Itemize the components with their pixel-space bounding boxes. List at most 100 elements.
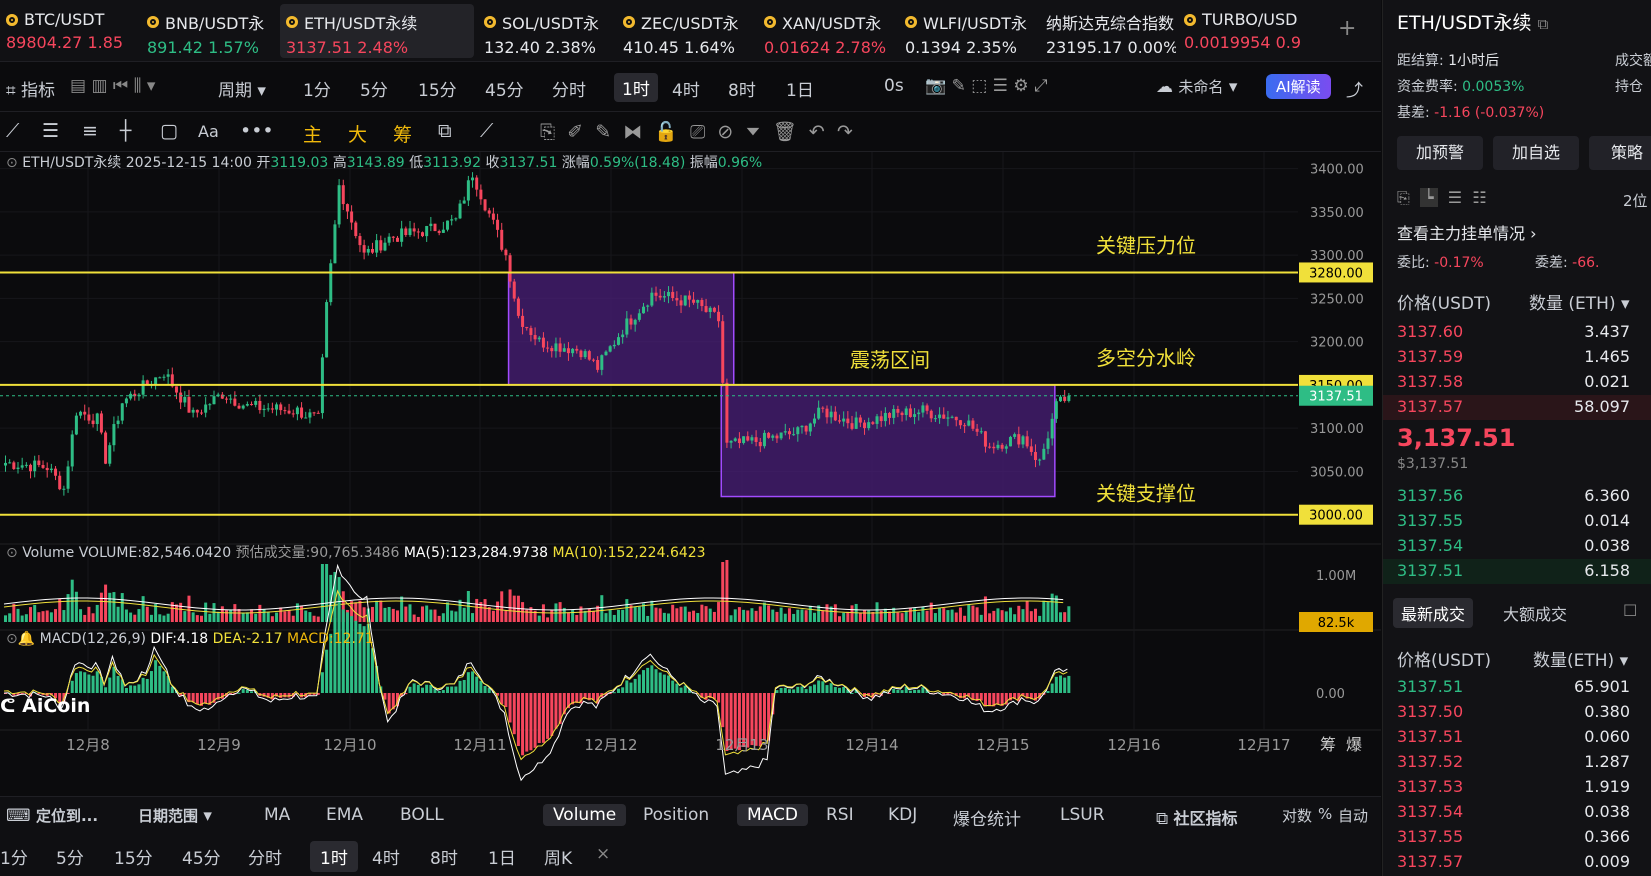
sub-ind-3[interactable]: RSI: [826, 805, 854, 825]
b2-interval-0[interactable]: 1分: [0, 844, 28, 869]
trades-row[interactable]: 3137.55 0.366: [1383, 825, 1651, 850]
candle-body: [195, 409, 199, 413]
asks-row[interactable]: 3137.58 0.021: [1383, 370, 1651, 395]
b2-interval-6[interactable]: 4时: [372, 844, 400, 869]
candle-body: [1008, 436, 1012, 447]
interval-5[interactable]: 1时: [614, 73, 658, 102]
ticker-4[interactable]: ZEC/USDT永 410.45 1.64%: [617, 4, 753, 58]
chip-toggle[interactable]: 筹: [393, 120, 412, 147]
interval-3[interactable]: 45分: [485, 76, 524, 101]
unnamed-layout[interactable]: ☁ 未命名 ▾: [1156, 76, 1237, 97]
add-ticker-icon[interactable]: +: [1338, 16, 1356, 41]
ai-analysis-button[interactable]: AI解读: [1266, 74, 1331, 99]
main-ind-1[interactable]: EMA: [326, 805, 363, 825]
sub-ind-2[interactable]: MACD: [737, 804, 808, 826]
period-dropdown[interactable]: 周期 ▾: [218, 76, 266, 101]
sub-ind-4[interactable]: KDJ: [888, 805, 917, 825]
ticker-8[interactable]: TURBO/USD 0.0019954 0.9: [1178, 4, 1314, 58]
strategy-button[interactable]: 策略: [1589, 136, 1651, 170]
chart-opt-2[interactable]: 自动: [1338, 805, 1368, 826]
auto-draw-icon[interactable]: ⧉: [438, 120, 452, 142]
candle-body: [270, 408, 274, 410]
measure-icon[interactable]: ⟋: [480, 120, 493, 142]
draw-icons[interactable]: ⎘ ✐ ✎ ⧓ 🔓 ⎚ ⊘ ⏷ 🗑 ↶ ↷: [540, 120, 853, 143]
b2-interval-7[interactable]: 8时: [430, 844, 458, 869]
ticker-2[interactable]: ETH/USDT永续 3137.51 2.48%: [280, 4, 474, 58]
b2-interval-3[interactable]: 45分: [182, 844, 221, 869]
tool-icons[interactable]: 📷 ✎ ⬚ ☰ ⚙ ⤢: [925, 76, 1048, 96]
locate-button[interactable]: ⌨ 定位到...: [6, 805, 98, 826]
sub-ind-6[interactable]: LSUR: [1060, 805, 1105, 825]
hline-tool-icon[interactable]: ☰: [42, 120, 59, 142]
indicator-button[interactable]: ⌗ 指标: [6, 76, 55, 101]
trades-row[interactable]: 3137.53 1.919: [1383, 775, 1651, 800]
alert-button[interactable]: 加预警: [1397, 136, 1483, 170]
close-interval-bar[interactable]: ×: [596, 844, 610, 864]
main-orders-link[interactable]: 查看主力挂单情况 ›: [1397, 220, 1537, 244]
bids-row[interactable]: 3137.51 6.158: [1383, 559, 1651, 584]
b2-interval-9[interactable]: 周K: [544, 844, 572, 869]
interval-6[interactable]: 4时: [672, 76, 700, 101]
rect-tool-icon[interactable]: ▢: [160, 120, 178, 142]
trades-row[interactable]: 3137.57 0.009: [1383, 850, 1651, 875]
interval-7[interactable]: 8时: [728, 76, 756, 101]
sub-ind-1[interactable]: Position: [643, 805, 709, 825]
interval-8[interactable]: 1日: [786, 76, 814, 101]
trades-row[interactable]: 3137.54 0.038: [1383, 800, 1651, 825]
share-icon[interactable]: ⤴: [1346, 76, 1363, 101]
volume-bar: [437, 615, 441, 622]
depth-view-icons[interactable]: ⎘ ┕ ☰ ☷: [1397, 188, 1487, 208]
volume-bar: [320, 564, 324, 622]
trades-row[interactable]: 3137.51 0.060: [1383, 725, 1651, 750]
bids-row[interactable]: 3137.55 0.014: [1383, 509, 1651, 534]
more-tools-icon[interactable]: •••: [240, 120, 274, 142]
text-tool-icon[interactable]: Aa: [198, 122, 219, 141]
bids-row[interactable]: 3137.56 6.360: [1383, 484, 1651, 509]
ticker-7[interactable]: 纳斯达克综合指数 23195.17 0.00%: [1040, 4, 1176, 58]
ticker-3[interactable]: SOL/USDT永 132.40 2.38%: [478, 4, 614, 58]
channel-tool-icon[interactable]: ≡: [82, 120, 98, 142]
cross-tool-icon[interactable]: ┼: [120, 120, 131, 142]
trades-row[interactable]: 3137.50 0.380: [1383, 700, 1651, 725]
volume-bar: [124, 609, 128, 622]
interval-0[interactable]: 1分: [303, 76, 331, 101]
date-range-button[interactable]: 日期范围 ▾: [138, 805, 212, 826]
asks-row[interactable]: 3137.57 58.097: [1383, 395, 1651, 420]
watchlist-button[interactable]: 加自选: [1493, 136, 1579, 170]
ticker-5[interactable]: XAN/USDT永 0.01624 2.78%: [758, 4, 894, 58]
chart-area[interactable]: 3280.00关键压力位3150.00多空分水岭3000.00关键支撑位3137…: [0, 152, 1381, 792]
candlestick-chart[interactable]: 3280.00关键压力位3150.00多空分水岭3000.00关键支撑位3137…: [0, 152, 1381, 792]
community-indicator-button[interactable]: ⧉ 社区指标: [1156, 805, 1238, 829]
b2-interval-8[interactable]: 1日: [488, 844, 516, 869]
trades-row[interactable]: 3137.52 1.287: [1383, 750, 1651, 775]
interval-4[interactable]: 分时: [552, 76, 586, 101]
chart-opt-0[interactable]: 对数: [1282, 805, 1312, 826]
main-ind-0[interactable]: MA: [264, 805, 290, 825]
layout-icons[interactable]: ▤ ▥ ⏮ ⫼ ▾: [70, 76, 155, 96]
sub-ind-0[interactable]: Volume: [543, 804, 627, 826]
tab-latest-trades[interactable]: 最新成交: [1393, 598, 1474, 628]
sub-ind-5[interactable]: 爆仓统计: [953, 805, 1021, 830]
b2-interval-2[interactable]: 15分: [114, 844, 153, 869]
tab-big-trades[interactable]: 大额成交: [1503, 601, 1567, 625]
main-ind-2[interactable]: BOLL: [400, 805, 444, 825]
b2-interval-1[interactable]: 5分: [56, 844, 84, 869]
asks-row[interactable]: 3137.60 3.437: [1383, 320, 1651, 345]
asks-row[interactable]: 3137.59 1.465: [1383, 345, 1651, 370]
ticker-6[interactable]: WLFI/USDT永 0.1394 2.35%: [899, 4, 1035, 58]
candle-body: [275, 404, 279, 410]
b2-interval-5[interactable]: 1时: [310, 841, 358, 872]
interval-1[interactable]: 5分: [360, 76, 388, 101]
b2-interval-4[interactable]: 分时: [248, 844, 282, 869]
bids-row[interactable]: 3137.54 0.038: [1383, 534, 1651, 559]
big-toggle[interactable]: 大: [348, 120, 367, 147]
ticker-1[interactable]: BNB/USDT永 891.42 1.57%: [141, 4, 277, 58]
trades-row[interactable]: 3137.51 65.901: [1383, 675, 1651, 700]
line-tool-icon[interactable]: ⟋: [6, 120, 19, 142]
interval-2[interactable]: 15分: [418, 76, 457, 101]
main-toggle[interactable]: 主: [303, 120, 322, 147]
volume-bar: [120, 593, 124, 622]
ticker-0[interactable]: BTC/USDT 89804.27 1.85: [0, 4, 136, 58]
chart-opt-1[interactable]: %: [1318, 805, 1332, 823]
checkbox-icon[interactable]: ☐: [1623, 601, 1637, 620]
